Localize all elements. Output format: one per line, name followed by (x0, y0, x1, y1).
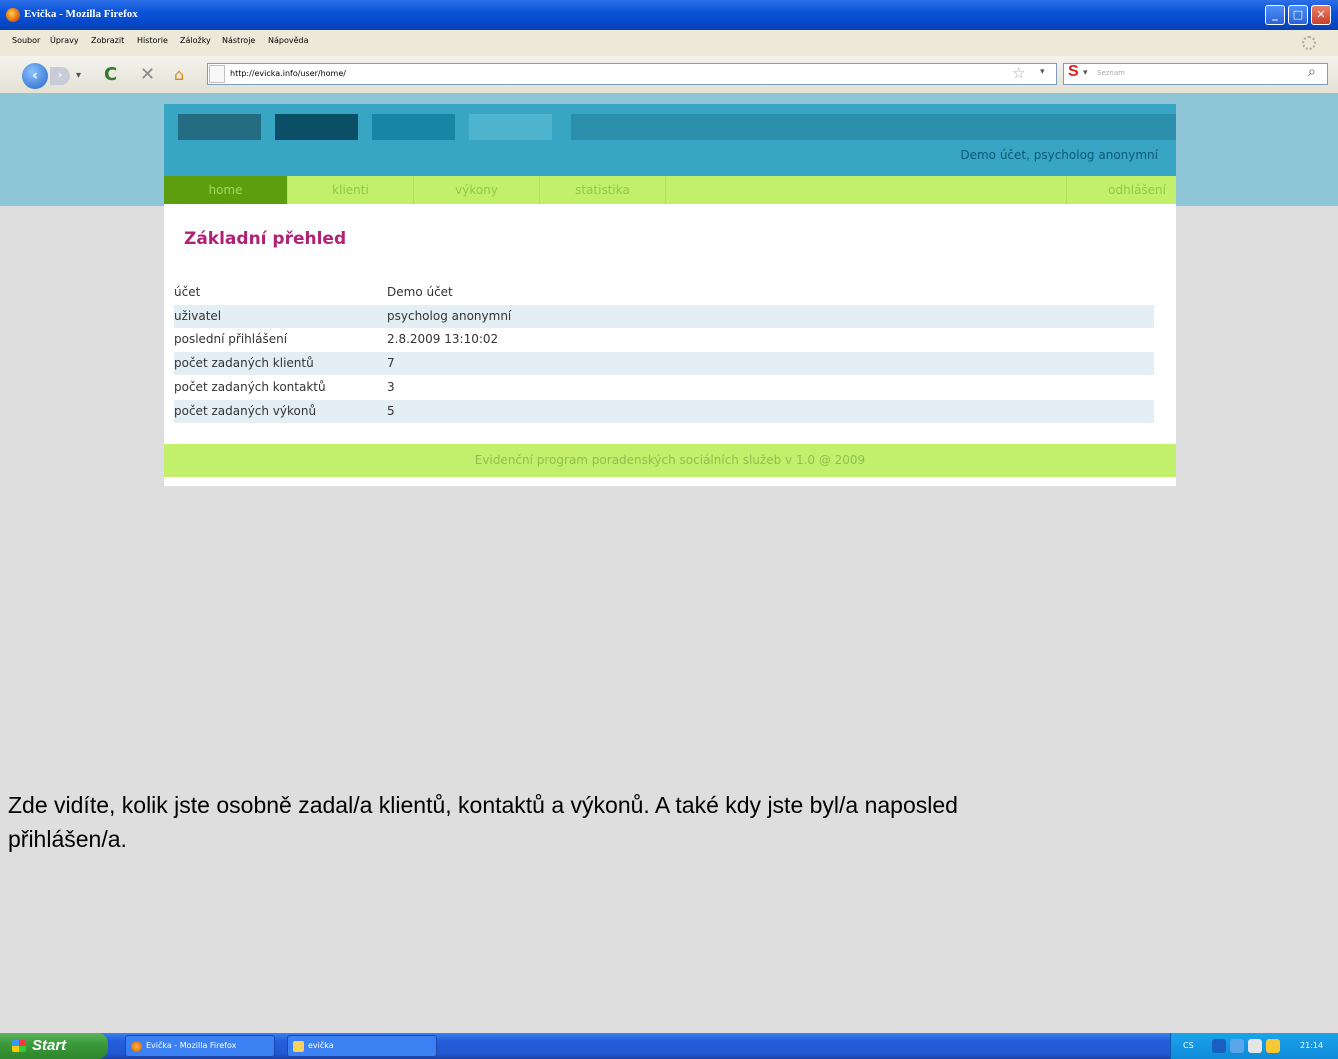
menu-bar: Soubor Úpravy Zobrazit Historie Záložky … (0, 30, 1338, 56)
language-indicator[interactable]: CS (1183, 1041, 1194, 1050)
info-key: uživatel (174, 309, 222, 323)
menu-soubor[interactable]: Soubor (12, 36, 40, 45)
maximize-button[interactable]: □ (1288, 5, 1308, 25)
info-key: počet zadaných výkonů (174, 404, 317, 418)
security-icon[interactable] (1266, 1039, 1280, 1053)
info-key: účet (174, 285, 201, 299)
search-engine-dropdown-icon[interactable]: ▾ (1083, 68, 1088, 78)
site-footer: Evidenční program poradenských sociálníc… (164, 444, 1176, 477)
info-key: počet zadaných kontaktů (174, 380, 326, 394)
throbber-icon (1302, 36, 1316, 50)
menu-zobrazit[interactable]: Zobrazit (91, 36, 124, 45)
back-button[interactable]: ‹ (22, 63, 48, 89)
info-value: 5 (387, 404, 395, 418)
nav-logout[interactable]: odhlášení (1066, 176, 1176, 204)
reload-icon[interactable]: C (104, 64, 117, 85)
firefox-icon (6, 8, 20, 22)
caption-text: Zde vidíte, kolik jste osobně zadal/a kl… (8, 792, 958, 852)
site-nav: home klienti výkony statistika odhlášení (164, 176, 1176, 204)
bookmark-star-icon[interactable]: ☆ (1012, 64, 1025, 82)
menu-zalozky[interactable]: Záložky (180, 36, 211, 45)
window-title: Evička - Mozilla Firefox (24, 8, 138, 20)
stop-icon[interactable]: ✕ (140, 64, 155, 85)
minimize-button[interactable]: _ (1265, 5, 1285, 25)
logo-block (372, 114, 455, 140)
windows-flag-icon (12, 1040, 26, 1052)
info-value: 2.8.2009 13:10:02 (387, 332, 499, 346)
menu-upravy[interactable]: Úpravy (50, 36, 79, 45)
clock: 21:14 (1300, 1041, 1324, 1050)
info-row: počet zadaných výkonů 5 (174, 400, 1154, 423)
info-key: počet zadaných klientů (174, 356, 314, 370)
taskbar-item-firefox[interactable]: Evička - Mozilla Firefox (125, 1035, 275, 1057)
page-icon (209, 65, 225, 83)
logo-block (178, 114, 261, 140)
window-title-bar[interactable]: Evička - Mozilla Firefox _ □ ✕ (0, 0, 1338, 30)
search-placeholder: Seznam (1097, 69, 1125, 77)
search-engine-icon[interactable]: S (1068, 63, 1079, 81)
info-row: poslední přihlášení 2.8.2009 13:10:02 (174, 328, 1154, 351)
search-icon[interactable]: ⌕ (1308, 64, 1316, 80)
taskbar-item-label: Evička - Mozilla Firefox (146, 1041, 237, 1050)
info-value: 7 (387, 356, 395, 370)
firefox-icon (131, 1041, 142, 1052)
info-value: 3 (387, 380, 395, 394)
nav-statistika[interactable]: statistika (540, 176, 666, 204)
info-row: uživatel psycholog anonymní (174, 305, 1154, 328)
network-icon[interactable] (1212, 1039, 1226, 1053)
address-text[interactable]: http://evicka.info/user/home/ (230, 69, 346, 78)
nav-vykony[interactable]: výkony (414, 176, 540, 204)
logged-user: Demo účet, psycholog anonymní (960, 148, 1158, 162)
volume-icon[interactable] (1248, 1039, 1262, 1053)
menu-napoveda[interactable]: Nápověda (268, 36, 309, 45)
taskbar-item-folder[interactable]: evička (287, 1035, 437, 1057)
screen: Evička - Mozilla Firefox _ □ ✕ Soubor Úp… (0, 0, 1338, 1059)
logo-block (275, 114, 358, 140)
page-title: Základní přehled (184, 229, 347, 249)
close-button[interactable]: ✕ (1311, 5, 1331, 25)
home-icon[interactable]: ⌂ (174, 65, 184, 84)
info-row: počet zadaných kontaktů 3 (174, 376, 1154, 399)
start-label: Start (32, 1037, 67, 1054)
folder-icon (293, 1041, 304, 1052)
menu-nastroje[interactable]: Nástroje (222, 36, 255, 45)
info-row: účet Demo účet (174, 281, 1154, 304)
info-row: počet zadaných klientů 7 (174, 352, 1154, 375)
menu-historie[interactable]: Historie (137, 36, 168, 45)
logo-block (469, 114, 552, 140)
forward-button[interactable]: › (50, 67, 70, 85)
info-key: poslední přihlášení (174, 332, 288, 346)
history-dropdown-icon[interactable]: ▾ (76, 70, 81, 81)
nav-klienti[interactable]: klienti (288, 176, 414, 204)
start-button[interactable]: Start (0, 1033, 108, 1059)
url-dropdown-icon[interactable]: ▾ (1040, 67, 1045, 77)
logo-strip (571, 114, 1176, 140)
tray-app-icon[interactable] (1230, 1039, 1244, 1053)
info-value: Demo účet (387, 285, 453, 299)
nav-home[interactable]: home (164, 176, 288, 204)
info-value: psycholog anonymní (387, 309, 512, 323)
taskbar-item-label: evička (308, 1041, 334, 1050)
